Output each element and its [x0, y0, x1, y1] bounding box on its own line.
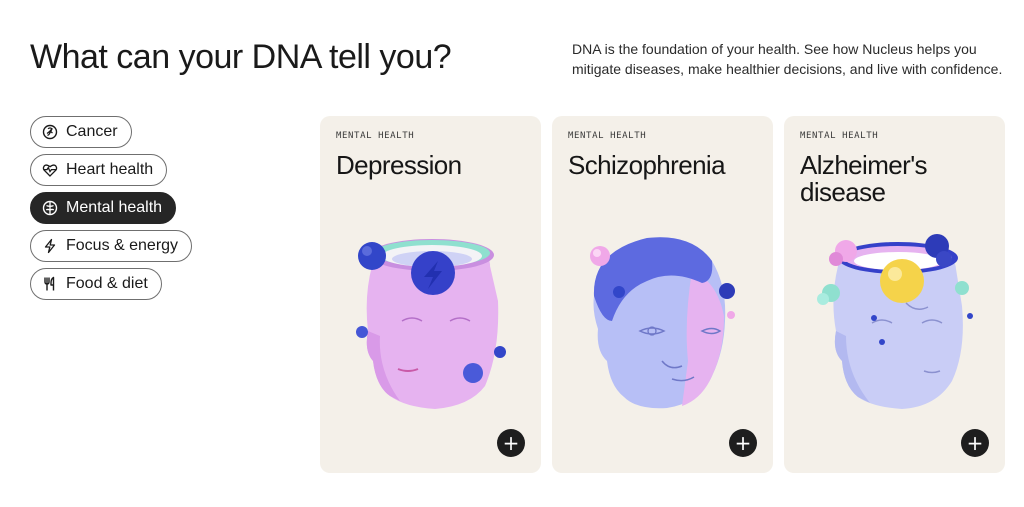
- card-category: MENTAL HEALTH: [336, 131, 415, 141]
- fork-knife-icon: [42, 276, 58, 292]
- filter-focus-energy[interactable]: Focus & energy: [30, 230, 193, 262]
- plus-icon[interactable]: +: [729, 429, 757, 457]
- filter-mental-health[interactable]: Mental health: [30, 192, 177, 224]
- card-title: Schizophrenia: [568, 150, 726, 180]
- brain-icon: [42, 200, 58, 216]
- card-category: MENTAL HEALTH: [568, 131, 647, 141]
- filter-heart-health[interactable]: Heart health: [30, 154, 168, 186]
- filter-cancer[interactable]: Cancer: [30, 116, 132, 148]
- lightning-icon: [42, 238, 58, 254]
- ribbon-icon: [42, 124, 58, 140]
- card-alzheimers-disease[interactable]: MENTAL HEALTH Alzheimer's disease +: [784, 116, 1005, 473]
- card-title: Alzheimer's disease: [800, 150, 928, 207]
- plus-icon[interactable]: +: [497, 429, 525, 457]
- filter-label: Cancer: [66, 123, 118, 140]
- card-depression[interactable]: MENTAL HEALTH Depression +: [320, 116, 541, 473]
- alzheimers-head-illustration: [817, 234, 973, 409]
- filter-food-diet[interactable]: Food & diet: [30, 268, 162, 300]
- plus-icon[interactable]: +: [961, 429, 989, 457]
- schizophrenia-head-illustration: [590, 237, 735, 409]
- depression-head-illustration: [356, 239, 506, 409]
- page-description: DNA is the foundation of your health. Se…: [572, 41, 1003, 77]
- filter-label: Focus & energy: [66, 237, 179, 254]
- card-schizophrenia[interactable]: MENTAL HEALTH Schizophrenia +: [552, 116, 773, 473]
- page-title: What can your DNA tell you?: [30, 38, 452, 76]
- card-category: MENTAL HEALTH: [800, 131, 879, 141]
- topic-filter-list: Cancer Heart health Mental health Focus …: [30, 116, 193, 300]
- filter-label: Food & diet: [66, 275, 148, 292]
- filter-label: Heart health: [66, 161, 154, 178]
- heartbeat-icon: [42, 162, 58, 178]
- card-title: Depression: [336, 150, 462, 180]
- filter-label: Mental health: [66, 199, 163, 216]
